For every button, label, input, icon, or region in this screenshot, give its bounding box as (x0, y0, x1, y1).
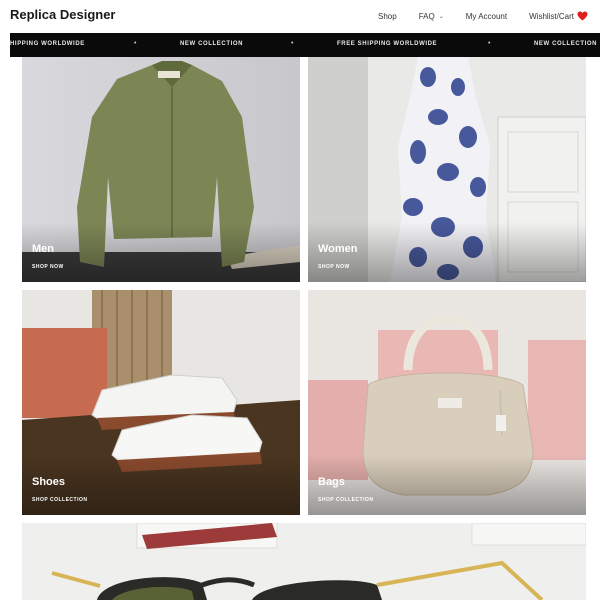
marquee-item: NEW COLLECTION (180, 41, 244, 47)
nav-faq-label: FAQ (418, 11, 435, 21)
category-card-shoes[interactable]: Shoes SHOP COLLECTION (22, 290, 300, 515)
card-cta[interactable]: SHOP COLLECTION (32, 497, 87, 503)
heart-icon (577, 11, 588, 21)
card-gradient (308, 455, 586, 515)
marquee-item: NEW COLLECTION (534, 41, 598, 47)
card-gradient (22, 222, 300, 282)
category-card-bags[interactable]: Bags SHOP COLLECTION (308, 290, 586, 515)
category-card-banner[interactable] (22, 523, 586, 600)
brand-logo[interactable]: Replica Designer (10, 7, 116, 22)
nav-shop-label: Shop (378, 11, 397, 21)
nav-faq-link[interactable]: FAQ ⌄ (419, 12, 444, 21)
sunglasses-image (22, 523, 586, 600)
nav-wishlist-cart-label: Wishlist/Cart (529, 11, 574, 21)
marquee-separator: • (134, 40, 137, 47)
card-title: Bags (318, 476, 345, 488)
nav-wishlist-cart-link[interactable]: Wishlist/Cart (529, 11, 588, 21)
marquee-item: FREE SHIPPING WORLDWIDE (337, 41, 438, 47)
card-cta[interactable]: SHOP COLLECTION (318, 497, 373, 503)
nav-account-link[interactable]: My Account (466, 12, 507, 21)
announcement-marquee: HIPPING WORLDWIDE • NEW COLLECTION • FRE… (10, 33, 600, 57)
marquee-separator: • (291, 40, 294, 47)
nav-shop-link[interactable]: Shop (378, 12, 397, 21)
chevron-down-icon: ⌄ (438, 13, 444, 20)
card-title: Women (318, 243, 358, 255)
marquee-separator: • (488, 40, 491, 47)
card-cta[interactable]: SHOP NOW (32, 264, 64, 270)
card-title: Shoes (32, 476, 66, 488)
card-cta[interactable]: SHOP NOW (318, 264, 350, 270)
category-card-women[interactable]: Women SHOP NOW (308, 57, 586, 282)
site-header: Replica Designer Shop FAQ ⌄ My Account Wi… (0, 0, 600, 32)
category-card-men[interactable]: Men SHOP NOW (22, 57, 300, 282)
nav-account-label: My Account (465, 11, 508, 21)
marquee-item: HIPPING WORLDWIDE (10, 41, 85, 47)
card-title: Men (32, 243, 54, 255)
main-nav: Shop FAQ ⌄ My Account Wishlist/Cart (356, 11, 588, 21)
